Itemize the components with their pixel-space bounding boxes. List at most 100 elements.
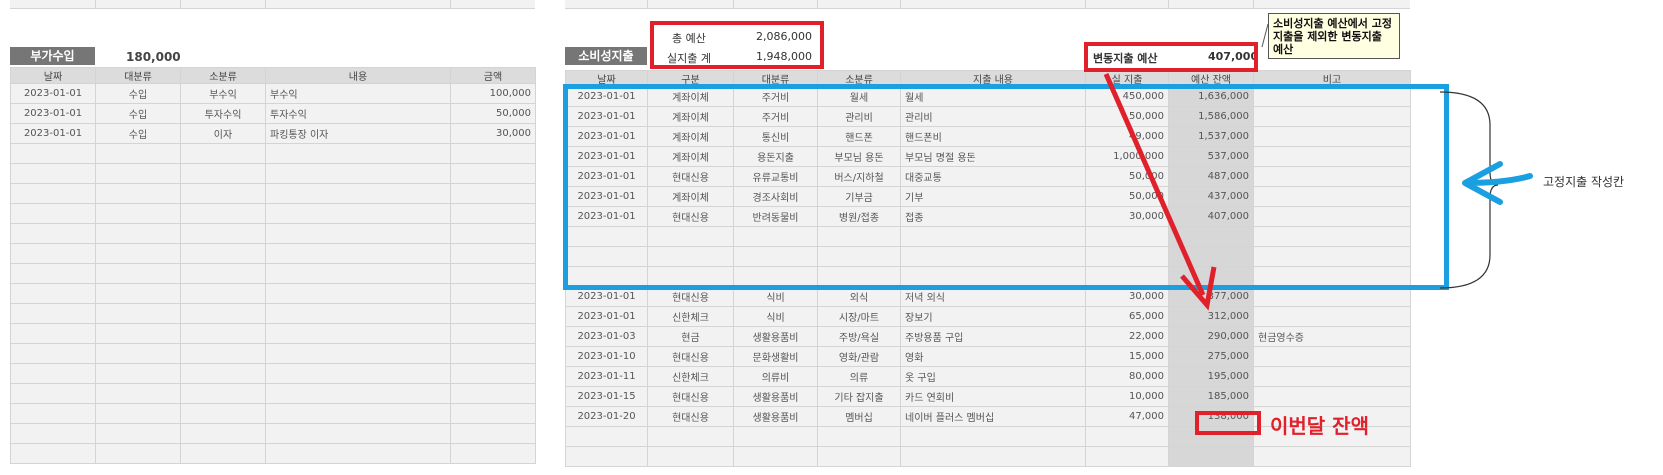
table-cell[interactable]	[10, 343, 96, 364]
table-cell[interactable]	[450, 423, 536, 444]
table-cell[interactable]	[10, 263, 96, 284]
table-cell[interactable]	[180, 443, 266, 464]
table-cell[interactable]	[450, 443, 536, 464]
table-cell[interactable]	[450, 223, 536, 244]
table-cell[interactable]	[265, 403, 451, 424]
table-cell[interactable]	[95, 303, 181, 324]
table-cell[interactable]	[450, 243, 536, 264]
table-cell[interactable]	[95, 183, 181, 204]
table-cell[interactable]	[265, 143, 451, 164]
table-cell[interactable]	[180, 263, 266, 284]
table-cell[interactable]	[10, 403, 96, 424]
table-cell[interactable]	[10, 363, 96, 384]
table-cell[interactable]	[265, 183, 451, 204]
table-cell[interactable]	[95, 203, 181, 224]
table-cell[interactable]	[565, 446, 648, 467]
table-cell[interactable]	[565, 426, 648, 447]
table-cell[interactable]	[180, 243, 266, 264]
table-cell: 2023-01-01	[10, 103, 96, 124]
table-cell[interactable]	[1253, 446, 1411, 467]
table-cell[interactable]	[10, 283, 96, 304]
table-cell[interactable]	[10, 423, 96, 444]
table-cell[interactable]	[95, 283, 181, 304]
table-cell[interactable]	[10, 163, 96, 184]
table-cell[interactable]	[180, 423, 266, 444]
table-cell[interactable]	[265, 223, 451, 244]
table-cell[interactable]	[95, 343, 181, 364]
table-cell[interactable]	[265, 263, 451, 284]
table-cell[interactable]	[265, 443, 451, 464]
table-cell[interactable]	[450, 203, 536, 224]
table-cell[interactable]	[95, 243, 181, 264]
table-cell[interactable]	[180, 383, 266, 404]
table-cell[interactable]	[265, 203, 451, 224]
table-cell[interactable]	[450, 143, 536, 164]
table-cell[interactable]	[10, 143, 96, 164]
table-cell[interactable]	[450, 163, 536, 184]
table-cell[interactable]	[265, 303, 451, 324]
table-cell[interactable]	[180, 203, 266, 224]
table-cell[interactable]	[900, 426, 1086, 447]
table-cell[interactable]	[265, 323, 451, 344]
table-cell[interactable]	[95, 323, 181, 344]
table-cell[interactable]	[10, 383, 96, 404]
table-cell[interactable]	[95, 223, 181, 244]
table-cell[interactable]	[733, 446, 818, 467]
table-cell[interactable]	[647, 446, 734, 467]
table-cell[interactable]	[450, 343, 536, 364]
table-cell[interactable]	[450, 323, 536, 344]
table-cell[interactable]	[450, 303, 536, 324]
table-cell[interactable]	[180, 183, 266, 204]
table-cell[interactable]	[10, 243, 96, 264]
table-cell[interactable]	[265, 423, 451, 444]
table-cell[interactable]	[180, 143, 266, 164]
table-cell[interactable]	[95, 443, 181, 464]
table-cell[interactable]	[95, 263, 181, 284]
table-cell[interactable]	[95, 423, 181, 444]
table-cell[interactable]	[265, 343, 451, 364]
table-cell[interactable]	[95, 143, 181, 164]
table-cell[interactable]	[900, 446, 1086, 467]
table-cell[interactable]	[10, 203, 96, 224]
table-cell[interactable]	[10, 323, 96, 344]
table-cell[interactable]	[180, 223, 266, 244]
table-cell[interactable]	[450, 183, 536, 204]
table-cell[interactable]	[647, 426, 734, 447]
table-cell[interactable]	[817, 426, 901, 447]
table-cell[interactable]	[10, 223, 96, 244]
table-cell[interactable]	[265, 243, 451, 264]
table-cell[interactable]	[95, 363, 181, 384]
table-cell[interactable]	[265, 163, 451, 184]
table-cell[interactable]	[1085, 446, 1169, 467]
table-cell[interactable]	[10, 303, 96, 324]
table-cell[interactable]	[265, 363, 451, 384]
table-cell[interactable]	[265, 383, 451, 404]
table-row	[10, 203, 536, 224]
table-cell[interactable]	[180, 323, 266, 344]
table-cell[interactable]	[10, 183, 96, 204]
table-cell[interactable]	[180, 403, 266, 424]
table-cell: 의류	[817, 366, 901, 387]
table-cell[interactable]	[450, 263, 536, 284]
right-top-strip	[565, 0, 1410, 9]
table-cell[interactable]	[180, 363, 266, 384]
table-cell[interactable]	[733, 426, 818, 447]
table-cell: 옷 구입	[900, 366, 1086, 387]
blue-arrow-icon	[1462, 161, 1533, 205]
table-cell[interactable]	[180, 283, 266, 304]
table-cell[interactable]	[450, 283, 536, 304]
table-cell[interactable]	[180, 303, 266, 324]
table-cell[interactable]	[180, 343, 266, 364]
table-cell[interactable]	[10, 443, 96, 464]
table-cell[interactable]	[95, 383, 181, 404]
table-cell[interactable]	[450, 403, 536, 424]
table-cell[interactable]	[265, 283, 451, 304]
table-cell[interactable]	[1085, 426, 1169, 447]
table-cell[interactable]	[817, 446, 901, 467]
table-cell[interactable]	[450, 363, 536, 384]
table-cell[interactable]	[180, 163, 266, 184]
table-cell[interactable]	[450, 383, 536, 404]
table-cell[interactable]	[95, 403, 181, 424]
table-cell[interactable]	[1168, 446, 1254, 467]
table-cell[interactable]	[95, 163, 181, 184]
